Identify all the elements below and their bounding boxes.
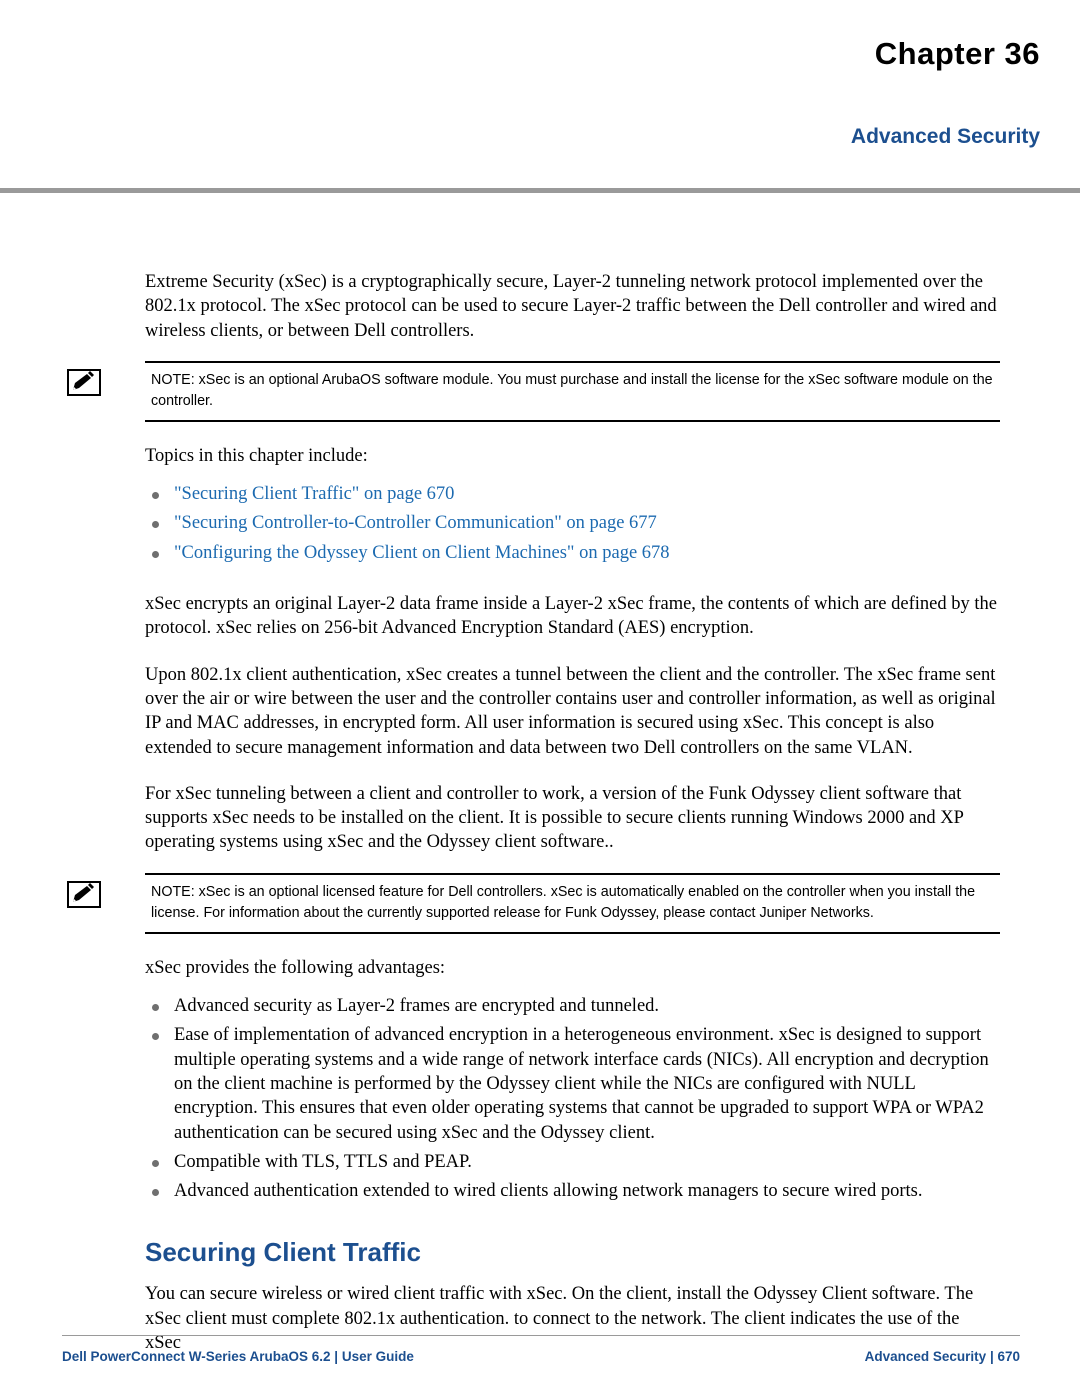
topic-link-2[interactable]: "Securing Controller-to-Controller Commu… xyxy=(174,513,657,533)
note-box-2: NOTE: xSec is an optional licensed featu… xyxy=(67,872,1000,934)
advantage-1: Advanced security as Layer-2 frames are … xyxy=(174,996,660,1017)
chapter-subtitle: Advanced Security xyxy=(850,125,1040,148)
advantage-3: Compatible with TLS, TTLS and PEAP. xyxy=(174,1151,472,1172)
footer-left: Dell PowerConnect W-Series ArubaOS 6.2 |… xyxy=(62,1349,414,1364)
list-item[interactable]: "Configuring the Odyssey Client on Clien… xyxy=(145,541,1000,565)
header-divider xyxy=(0,188,1080,193)
list-item[interactable]: "Securing Client Traffic" on page 670 xyxy=(145,482,1000,506)
chapter-title: Chapter 36 xyxy=(874,36,1040,71)
note-bottom-rule xyxy=(145,931,1000,934)
note-pencil-icon xyxy=(67,368,101,396)
topic-link-1[interactable]: "Securing Client Traffic" on page 670 xyxy=(174,484,454,504)
list-item: Advanced security as Layer-2 frames are … xyxy=(145,994,1000,1018)
note-pencil-icon xyxy=(67,880,101,908)
list-item: Advanced authentication extended to wire… xyxy=(145,1179,1000,1203)
advantages-lead: xSec provides the following advantages: xyxy=(145,957,446,978)
topics-lead: Topics in this chapter include: xyxy=(145,445,368,466)
note-text-1: NOTE: xSec is an optional ArubaOS softwa… xyxy=(151,371,993,409)
topics-list: "Securing Client Traffic" on page 670 "S… xyxy=(145,482,1000,565)
topic-link-3[interactable]: "Configuring the Odyssey Client on Clien… xyxy=(174,543,670,563)
list-item: Compatible with TLS, TTLS and PEAP. xyxy=(145,1150,1000,1174)
intro-paragraph: Extreme Security (xSec) is a cryptograph… xyxy=(145,272,997,341)
page-footer: Dell PowerConnect W-Series ArubaOS 6.2 |… xyxy=(62,1349,1020,1364)
paragraph-3: Upon 802.1x client authentication, xSec … xyxy=(145,664,996,758)
note-text-2: NOTE: xSec is an optional licensed featu… xyxy=(151,883,976,921)
advantage-2: Ease of implementation of advanced encry… xyxy=(174,1025,989,1143)
advantages-list: Advanced security as Layer-2 frames are … xyxy=(145,994,1000,1203)
note-box-1: NOTE: xSec is an optional ArubaOS softwa… xyxy=(67,360,1000,422)
paragraph-2: xSec encrypts an original Layer-2 data f… xyxy=(145,594,997,639)
section-paragraph: You can secure wireless or wired client … xyxy=(145,1284,974,1354)
note-bottom-rule xyxy=(145,419,1000,422)
document-page: Chapter 36 Advanced Security Extreme Sec… xyxy=(0,0,1080,1397)
footer-right: Advanced Security | 670 xyxy=(864,1349,1020,1364)
section-heading: Securing Client Traffic xyxy=(145,1237,421,1268)
advantage-4: Advanced authentication extended to wire… xyxy=(174,1181,923,1202)
footer-divider xyxy=(62,1335,1020,1336)
list-item: Ease of implementation of advanced encry… xyxy=(145,1023,1000,1144)
list-item[interactable]: "Securing Controller-to-Controller Commu… xyxy=(145,511,1000,535)
page-content: Extreme Security (xSec) is a cryptograph… xyxy=(67,270,1000,1355)
paragraph-4: For xSec tunneling between a client and … xyxy=(145,783,964,853)
